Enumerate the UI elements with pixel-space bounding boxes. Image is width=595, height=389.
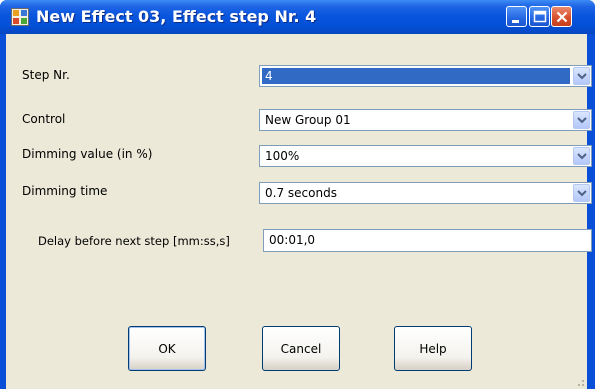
control-value: New Group 01 [265,113,351,127]
dimming-time-dropdown[interactable]: 0.7 seconds [259,182,592,204]
control-dropdown[interactable]: New Group 01 [259,109,592,131]
window-title: New Effect 03, Effect step Nr. 4 [36,7,317,26]
step-nr-value: 4 [262,68,570,84]
ok-button[interactable]: OK [128,326,206,371]
dimming-value-dropdown-button[interactable] [573,147,590,165]
chevron-down-icon [577,117,587,124]
close-button[interactable] [551,6,572,27]
dimming-time-value: 0.7 seconds [265,186,337,200]
control-label: Control [22,112,66,126]
dimming-value-dropdown[interactable]: 100% [259,145,592,167]
cancel-button[interactable]: Cancel [262,326,340,371]
maximize-button[interactable] [529,6,550,27]
control-dropdown-button[interactable] [573,111,590,129]
dimming-time-label: Dimming time [22,184,108,198]
chevron-down-icon [577,73,587,80]
chevron-down-icon [577,190,587,197]
app-icon[interactable] [11,8,29,26]
delay-label: Delay before next step [mm:ss,s] [38,234,230,248]
title-bar[interactable]: New Effect 03, Effect step Nr. 4 [0,0,595,34]
maximize-icon [533,10,547,23]
dimming-value-label: Dimming value (in %) [22,147,153,161]
step-nr-dropdown[interactable]: 4 [259,65,592,87]
resize-grip-icon[interactable] [575,377,585,387]
dialog-content: Step Nr. 4 Control New Group 01 Dimming … [6,34,592,389]
dimming-time-dropdown-button[interactable] [573,184,590,202]
delay-input[interactable]: 00:01,0 [263,229,592,252]
minimize-button[interactable] [506,6,527,27]
dimming-value-value: 100% [265,149,300,163]
chevron-down-icon [577,153,587,160]
step-nr-dropdown-button[interactable] [573,67,590,85]
help-button[interactable]: Help [394,326,472,371]
close-icon [556,11,568,23]
dialog-window: New Effect 03, Effect step Nr. 4 Step Nr… [0,0,595,389]
delay-value: 00:01,0 [269,233,316,247]
step-nr-label: Step Nr. [22,68,70,82]
minimize-icon [512,20,519,23]
